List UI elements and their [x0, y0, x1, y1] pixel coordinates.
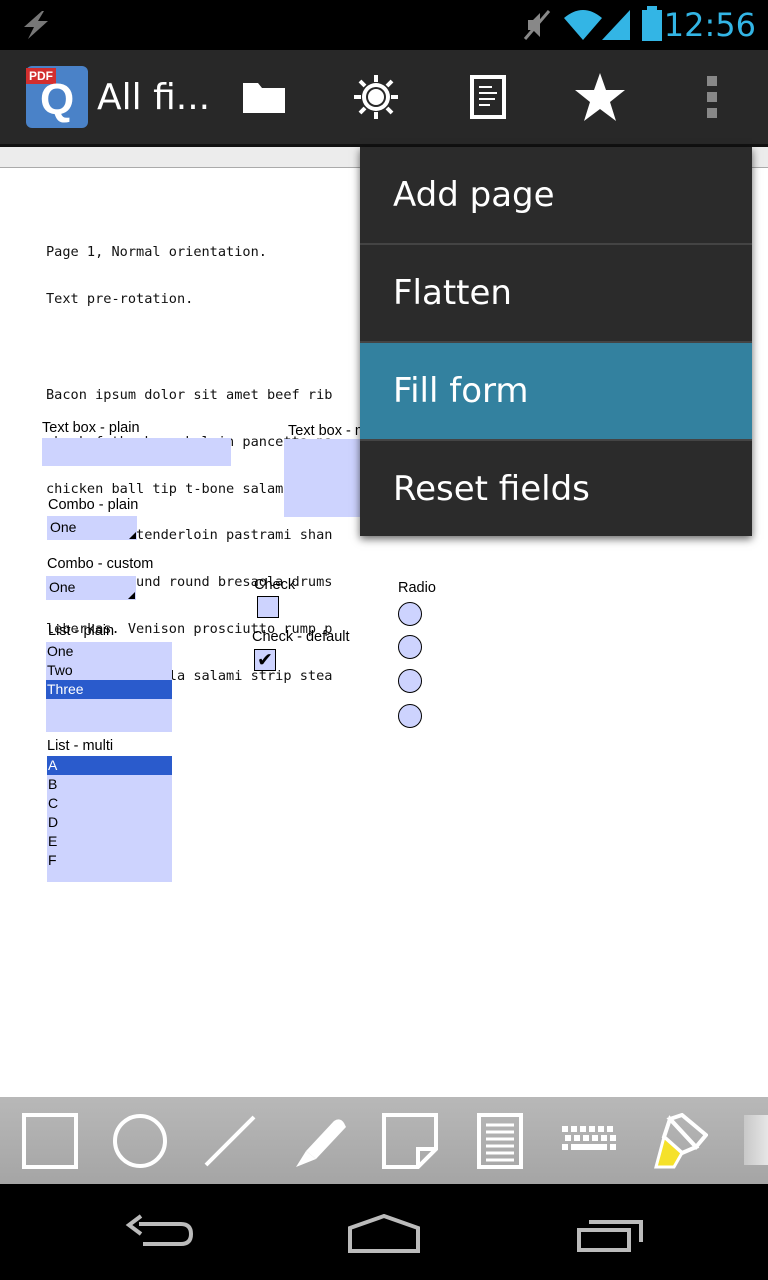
text-line: Page 1, Normal orientation. [46, 244, 267, 261]
document-button[interactable] [446, 50, 530, 144]
overflow-menu: Add page Flatten Fill form Reset fields [360, 147, 752, 536]
back-button[interactable] [112, 1204, 208, 1264]
list-item[interactable]: D [47, 813, 172, 832]
text-box-plain-label: Text box - plain [42, 420, 140, 436]
toolbar-scroll-hint[interactable] [744, 1115, 768, 1165]
brightness-icon [354, 75, 398, 119]
radio-button[interactable] [398, 635, 422, 659]
sticky-note-tool-icon [382, 1112, 438, 1169]
brightness-button[interactable] [334, 50, 418, 144]
dropdown-arrow-icon [129, 532, 136, 539]
overflow-menu-button[interactable] [680, 50, 744, 144]
text-note-tool-button[interactable] [458, 1097, 542, 1184]
home-button[interactable] [336, 1204, 432, 1264]
sticky-note-tool-button[interactable] [368, 1097, 452, 1184]
rectangle-tool-button[interactable] [8, 1097, 92, 1184]
annotation-toolbar [0, 1097, 768, 1184]
list-multi-label: List - multi [47, 738, 114, 754]
action-bar: PDF Q All fi... [0, 50, 768, 147]
rectangle-tool-icon [22, 1112, 78, 1169]
list-plain-field[interactable]: One Two Three [46, 642, 172, 732]
radio-button[interactable] [398, 704, 422, 728]
list-item[interactable]: One [46, 642, 172, 661]
check-checkbox[interactable] [257, 596, 279, 618]
radio-label: Radio [398, 580, 436, 596]
text-line [46, 339, 332, 357]
radio-button[interactable] [398, 602, 422, 626]
app-title: All fi... [97, 77, 211, 118]
menu-item-fill-form[interactable]: Fill form [360, 343, 752, 439]
dropdown-arrow-icon [128, 592, 135, 599]
combo-plain-field[interactable]: One [47, 516, 137, 540]
line-tool-icon [204, 1115, 256, 1166]
text-box-multi-field[interactable] [284, 439, 364, 517]
home-icon [348, 1214, 420, 1253]
menu-item-flatten[interactable]: Flatten [360, 245, 752, 341]
list-item[interactable]: C [47, 794, 172, 813]
combo-custom-value: One [49, 579, 76, 595]
pencil-tool-button[interactable] [278, 1097, 362, 1184]
combo-plain-value: One [50, 519, 77, 535]
mute-icon [523, 10, 551, 40]
back-icon [125, 1214, 194, 1246]
document-icon [470, 75, 506, 119]
list-item[interactable]: B [47, 775, 172, 794]
recent-apps-button[interactable] [562, 1204, 658, 1264]
favorites-button[interactable] [558, 50, 642, 144]
list-item-selected[interactable]: Three [46, 680, 172, 699]
menu-item-reset-fields[interactable]: Reset fields [360, 441, 752, 537]
text-line: Text pre-rotation. [46, 290, 194, 307]
list-item-selected[interactable]: A [47, 756, 172, 775]
radio-button[interactable] [398, 669, 422, 693]
list-item[interactable]: Two [46, 661, 172, 680]
overflow-menu-icon [707, 76, 717, 118]
text-box-multi-label: Text box - m [288, 423, 367, 439]
navigation-bar [0, 1184, 768, 1280]
check-default-label: Check - default [252, 629, 350, 645]
highlighter-tool-icon [654, 1112, 708, 1168]
text-note-tool-icon [477, 1112, 523, 1169]
list-plain-label: List - plain [48, 623, 115, 639]
star-icon [575, 73, 625, 121]
combo-custom-field[interactable]: One [46, 576, 136, 600]
circle-tool-icon [113, 1113, 167, 1168]
check-default-checkbox[interactable]: ✔ [254, 649, 276, 671]
pencil-tool-icon [296, 1118, 346, 1167]
line-tool-button[interactable] [188, 1097, 272, 1184]
list-item[interactable]: F [47, 851, 172, 870]
highlighter-tool-button[interactable] [638, 1097, 722, 1184]
lightning-icon [24, 11, 48, 39]
list-multi-field[interactable]: A B C D E F [47, 756, 172, 882]
menu-item-add-page[interactable]: Add page [360, 147, 752, 243]
signal-icon [602, 10, 630, 40]
combo-custom-label: Combo - custom [47, 556, 154, 572]
battery-icon [642, 6, 662, 41]
list-item[interactable]: E [47, 832, 172, 851]
keyboard-tool-button[interactable] [548, 1097, 632, 1184]
recent-apps-icon [577, 1220, 643, 1252]
status-bar: 12:56 [0, 0, 768, 50]
status-time: 12:56 [663, 6, 756, 44]
check-label: Check [254, 577, 296, 593]
combo-plain-label: Combo - plain [48, 497, 139, 513]
logo-letter: Q [40, 75, 75, 124]
text-box-plain-field[interactable] [42, 438, 231, 466]
wifi-icon [564, 10, 602, 40]
keyboard-tool-icon [562, 1125, 616, 1150]
circle-tool-button[interactable] [98, 1097, 182, 1184]
app-logo[interactable]: PDF Q [26, 66, 88, 128]
folder-button[interactable] [222, 50, 306, 144]
folder-icon [243, 83, 285, 113]
text-line: Bacon ipsum dolor sit amet beef rib [46, 386, 333, 403]
